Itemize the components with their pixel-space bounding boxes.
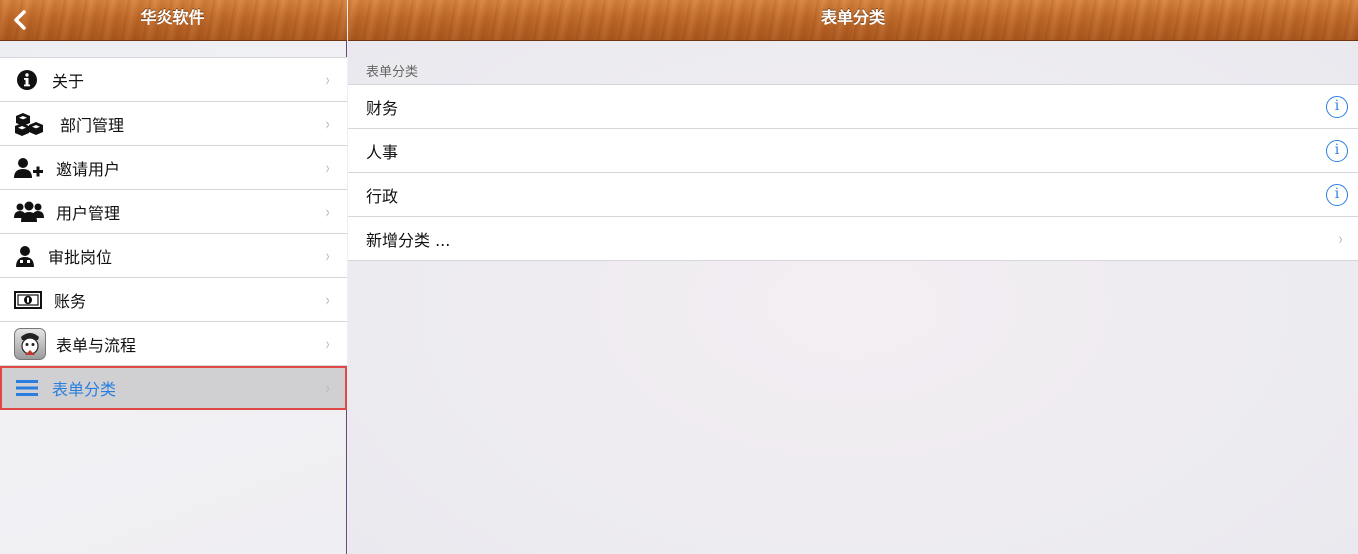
master-nav-title: 华炎软件 (140, 8, 205, 27)
boxes-icon (14, 111, 44, 137)
app-avatar-icon (14, 327, 46, 360)
list-icon (14, 375, 40, 401)
menu-item-label: 表单与流程 (56, 335, 137, 355)
settings-menu: 关于 › 部门管理 › 邀请用户 › 用户管理 › 审批岗位 › 账务 › 表单… (0, 57, 347, 410)
menu-item-forms-and-workflows[interactable]: 表单与流程 › (0, 322, 347, 366)
detail-nav-bar: 表单分类 (348, 0, 1358, 41)
category-list: 财务 i 人事 i 行政 i 新增分类 ... › (348, 84, 1358, 261)
chevron-right-icon: › (325, 158, 330, 179)
menu-item-departments[interactable]: 部门管理 › (0, 102, 347, 146)
menu-item-label: 用户管理 (56, 203, 121, 223)
chevron-right-icon: › (325, 334, 330, 355)
section-header: 表单分类 (366, 65, 419, 80)
menu-item-label: 邀请用户 (56, 159, 121, 179)
menu-item-invite-user[interactable]: 邀请用户 › (0, 146, 347, 190)
add-category-row[interactable]: 新增分类 ... › (348, 217, 1358, 261)
menu-item-label: 表单分类 (52, 379, 117, 399)
menu-item-label: 审批岗位 (48, 247, 113, 267)
users-icon (14, 199, 44, 225)
chevron-right-icon: › (325, 70, 330, 91)
master-nav-bar: 华炎软件 (0, 0, 347, 41)
menu-item-form-categories[interactable]: 表单分类 › (0, 366, 347, 410)
chevron-right-icon: › (325, 290, 330, 311)
chevron-right-icon: › (325, 246, 330, 267)
menu-item-about[interactable]: 关于 › (0, 58, 347, 102)
user-plus-icon (14, 155, 44, 181)
menu-item-accounts[interactable]: 账务 › (0, 278, 347, 322)
category-row-admin[interactable]: 行政 i (348, 173, 1358, 217)
category-label: 财务 (366, 98, 399, 118)
add-category-label: 新增分类 ... (366, 230, 451, 250)
info-icon[interactable]: i (1326, 184, 1348, 206)
category-row-hr[interactable]: 人事 i (348, 129, 1358, 173)
menu-item-label: 部门管理 (60, 115, 125, 135)
chevron-right-icon: › (325, 202, 330, 223)
chevron-left-icon (14, 10, 26, 30)
back-button[interactable] (8, 6, 32, 34)
chevron-right-icon: › (325, 114, 330, 135)
info-icon[interactable]: i (1326, 96, 1348, 118)
category-label: 行政 (366, 186, 399, 206)
category-label: 人事 (366, 142, 399, 162)
chevron-right-icon: › (1338, 229, 1343, 250)
menu-item-label: 账务 (54, 291, 87, 311)
detail-nav-title: 表单分类 (820, 8, 885, 27)
category-row-finance[interactable]: 财务 i (348, 85, 1358, 129)
menu-item-user-management[interactable]: 用户管理 › (0, 190, 347, 234)
menu-item-label: 关于 (52, 71, 85, 91)
info-icon[interactable]: i (1326, 140, 1348, 162)
detail-pane: 表单分类 表单分类 财务 i 人事 i 行政 i 新增分类 ... › (348, 0, 1358, 554)
master-pane: 华炎软件 关于 › 部门管理 › 邀请用户 › 用户管理 › 审批岗位 › 账务… (0, 0, 347, 554)
menu-item-approval-positions[interactable]: 审批岗位 › (0, 234, 347, 278)
chevron-right-icon: › (325, 378, 330, 399)
money-icon (14, 287, 42, 313)
approver-icon (14, 243, 36, 269)
info-icon (14, 67, 40, 93)
